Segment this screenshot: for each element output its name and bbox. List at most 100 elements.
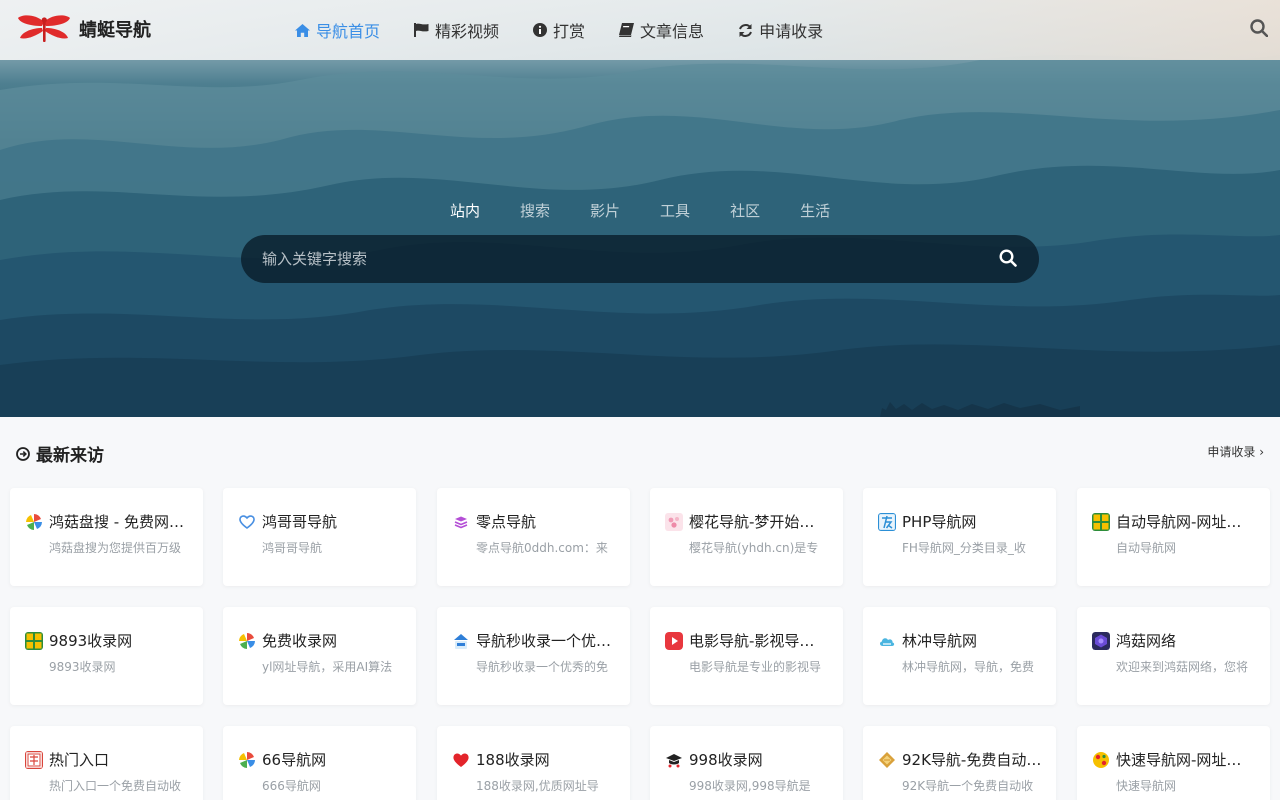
search-box: [241, 235, 1039, 283]
site-card[interactable]: 樱花导航-梦开始的地方樱花导航(yhdh.cn)是专: [650, 488, 843, 586]
search-tab-life[interactable]: 生活: [800, 200, 830, 221]
site-card-title: 导航秒收录一个优秀的免费网站: [476, 632, 616, 650]
heart-icon: [452, 751, 470, 769]
info-circle-icon: [533, 23, 548, 37]
header-search-button[interactable]: [1250, 19, 1269, 41]
site-card-title: 998收录网: [689, 751, 763, 769]
diamond-icon: [878, 751, 896, 769]
dragonfly-logo-icon: [18, 15, 70, 42]
site-card-title: 热门入口: [49, 751, 110, 769]
site-card-title: 零点导航: [476, 513, 537, 531]
nav-donate-label: 打赏: [553, 22, 586, 41]
nav-home[interactable]: 导航首页: [295, 18, 380, 42]
main-nav: 导航首页 精彩视频 打赏 文章信息 申请收录: [295, 0, 857, 60]
arrow-circle-right-icon: [16, 446, 30, 461]
stack-icon: [452, 513, 470, 531]
nav-videos-label: 精彩视频: [435, 22, 500, 41]
section-more-link[interactable]: 申请收录 ›: [1207, 443, 1264, 460]
site-card-description: 导航秒收录一个优秀的免: [476, 660, 609, 674]
nav-donate[interactable]: 打赏: [533, 18, 585, 42]
search-tab-search[interactable]: 搜索: [520, 200, 550, 221]
site-card-description: 998收录网,998导航是: [689, 779, 811, 793]
site-card-title: 9893收录网: [49, 632, 133, 650]
site-card-title: 鸿哥哥导航: [262, 513, 338, 531]
site-card[interactable]: 导航秒收录一个优秀的免费网站导航秒收录一个优秀的免: [437, 607, 630, 705]
site-card-title: 林冲导航网: [902, 632, 978, 650]
site-card[interactable]: 电影导航-影视导航大全电影导航是专业的影视导: [650, 607, 843, 705]
site-card-description: 欢迎来到鸿菇网络，您将: [1116, 660, 1249, 674]
play-icon: [665, 632, 683, 650]
section-title: 最新来访: [16, 441, 104, 466]
site-card-description: 樱花导航(yhdh.cn)是专: [689, 541, 819, 555]
site-card-title: 电影导航-影视导航大全: [689, 632, 829, 650]
pinwheel-icon: [238, 751, 256, 769]
site-card-description: 9893收录网: [49, 660, 116, 674]
site-card-title: 66导航网: [262, 751, 327, 769]
pinwheel-icon: [25, 513, 43, 531]
site-card[interactable]: 自动导航网-网址收录 自动导航网: [1077, 488, 1270, 586]
site-card-title: 快速导航网-网址收录: [1116, 751, 1256, 769]
search-icon: [999, 249, 1017, 267]
dice-icon: [1092, 751, 1110, 769]
site-card[interactable]: PHP导航网 FH导航网_分类目录_收: [863, 488, 1056, 586]
site-card[interactable]: 鸿菇网络欢迎来到鸿菇网络，您将: [1077, 607, 1270, 705]
site-card-title: PHP导航网: [902, 513, 977, 531]
site-card-description: FH导航网_分类目录_收: [902, 541, 1026, 555]
site-card-description: 92K导航一个免费自动收: [902, 779, 1034, 793]
site-card-title: 免费收录网: [262, 632, 338, 650]
site-card-description: 快速导航网: [1116, 779, 1177, 793]
nav-articles[interactable]: 文章信息: [619, 18, 704, 42]
search-tab-tools[interactable]: 工具: [660, 200, 690, 221]
heart-outline-icon: [238, 513, 256, 531]
site-title: 蜻蜓导航: [79, 20, 151, 41]
site-card[interactable]: 免费收录网 yl网址导航，采用AI算法: [223, 607, 416, 705]
hat-icon: [665, 751, 683, 769]
site-card[interactable]: 鸿哥哥导航 鸿哥哥导航: [223, 488, 416, 586]
site-card-description: yl网址导航，采用AI算法: [262, 660, 393, 674]
site-card-description: 电影导航是专业的影视导: [689, 660, 822, 674]
search-category-tabs: 站内 搜索 影片 工具 社区 生活: [450, 200, 870, 221]
site-card[interactable]: 快速导航网-网址收录快速导航网: [1077, 726, 1270, 800]
site-card-description: 零点导航0ddh.com：来: [476, 541, 608, 555]
nav-house-icon: [452, 632, 470, 650]
search-tab-movies[interactable]: 影片: [590, 200, 620, 221]
site-card[interactable]: 9893收录网 9893收录网: [10, 607, 203, 705]
grid-icon: [1092, 513, 1110, 531]
search-tab-community[interactable]: 社区: [730, 200, 760, 221]
nav-submit[interactable]: 申请收录: [738, 18, 823, 42]
site-card[interactable]: 66导航网 666导航网: [223, 726, 416, 800]
site-card[interactable]: 热门入口热门入口一个免费自动收: [10, 726, 203, 800]
search-icon: [1250, 19, 1269, 38]
site-card-description: 鸿哥哥导航: [262, 541, 323, 555]
top-header: 蜻蜓导航 导航首页 精彩视频 打赏 文章信息 申请收录: [0, 0, 1280, 60]
site-card-description: 188收录网,优质网址导: [476, 779, 599, 793]
site-card-title: 鸿菇网络: [1116, 632, 1177, 650]
search-submit-button[interactable]: [999, 249, 1017, 271]
site-card[interactable]: 998收录网 998收录网,998导航是: [650, 726, 843, 800]
site-card[interactable]: 92K导航-免费自动收录 92K导航一个免费自动收: [863, 726, 1056, 800]
pinwheel-icon: [238, 632, 256, 650]
site-card-title: 92K导航-免费自动收录: [902, 751, 1042, 769]
flag-icon: [414, 23, 429, 37]
site-logo[interactable]: 蜻蜓导航: [16, 14, 151, 44]
sakura-icon: [665, 513, 683, 531]
site-card[interactable]: 鸿菇盘搜 - 免费网盘搜索鸿菇盘搜为您提供百万级: [10, 488, 203, 586]
site-card[interactable]: 188收录网 188收录网,优质网址导: [437, 726, 630, 800]
search-tab-site[interactable]: 站内: [450, 200, 480, 221]
refresh-icon: [738, 23, 753, 38]
site-card[interactable]: 林冲导航网林冲导航网，导航，免费: [863, 607, 1056, 705]
nav-submit-label: 申请收录: [759, 22, 824, 41]
seal-icon: [25, 751, 43, 769]
site-card[interactable]: 零点导航零点导航0ddh.com：来: [437, 488, 630, 586]
site-card-description: 热门入口一个免费自动收: [49, 779, 182, 793]
grid-icon: [25, 632, 43, 650]
search-input[interactable]: [262, 250, 962, 268]
site-card-description: 林冲导航网，导航，免费: [902, 660, 1035, 674]
site-card-title: 鸿菇盘搜 - 免费网盘搜索: [49, 513, 189, 531]
nav-videos[interactable]: 精彩视频: [414, 18, 499, 42]
hexagon-icon: [1092, 632, 1110, 650]
site-card-description: 自动导航网: [1116, 541, 1177, 555]
nav-home-label: 导航首页: [316, 22, 381, 41]
site-card-title: 樱花导航-梦开始的地方: [689, 513, 829, 531]
book-icon: [619, 23, 635, 37]
